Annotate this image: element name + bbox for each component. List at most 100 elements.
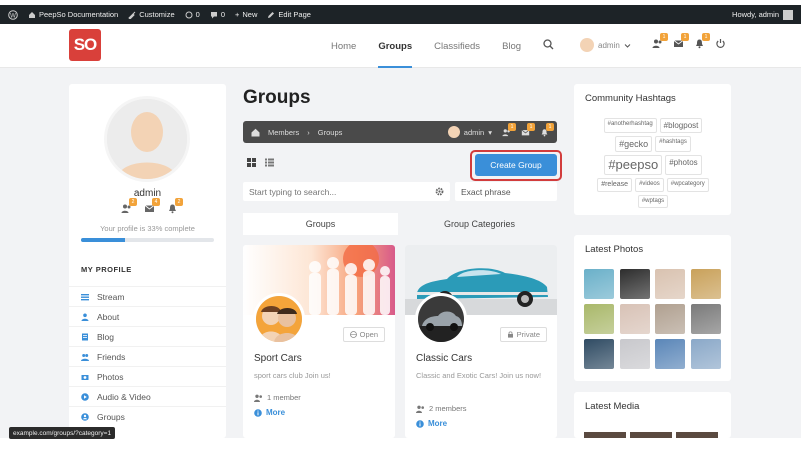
wordpress-logo-icon[interactable]: W xyxy=(8,9,18,20)
photo-thumbnail[interactable] xyxy=(619,269,650,299)
refresh-icon xyxy=(185,11,193,18)
group-more-link[interactable]: More xyxy=(416,419,447,428)
group-avatar xyxy=(415,293,467,345)
hashtag-link[interactable]: #videos xyxy=(635,178,664,192)
admin-bar-new[interactable]: + New xyxy=(235,10,257,19)
exact-phrase-select[interactable]: Exact phrase xyxy=(455,182,557,201)
admin-bar-comments[interactable]: 0 xyxy=(210,10,225,19)
photo-thumbnail[interactable] xyxy=(690,339,721,369)
gear-icon[interactable] xyxy=(435,187,444,196)
grid-view-icon[interactable] xyxy=(247,158,256,167)
hashtag-link[interactable]: #wpcategory xyxy=(666,178,709,192)
document-icon xyxy=(82,333,88,340)
photo-thumbnail[interactable] xyxy=(584,269,614,299)
notification-badge: 2 xyxy=(175,198,183,206)
friends-icon[interactable]: 1 xyxy=(502,122,516,137)
tab-group-categories[interactable]: Group Categories xyxy=(402,213,557,235)
photo-thumbnail[interactable] xyxy=(584,304,614,334)
message-icon[interactable]: 1 xyxy=(673,33,689,49)
profile-menu-friends[interactable]: Friends xyxy=(69,346,226,366)
group-more-link[interactable]: More xyxy=(254,408,285,417)
group-members: 1 member xyxy=(254,393,301,402)
breadcrumb-groups[interactable]: Groups xyxy=(318,128,343,137)
photo-thumbnail[interactable] xyxy=(655,304,686,334)
bell-icon[interactable]: 1 xyxy=(694,33,710,49)
group-card-sport-cars[interactable]: Open Sport Cars sport cars club Join us!… xyxy=(243,245,395,438)
list-view-icon[interactable] xyxy=(265,158,274,167)
admin-bar-updates[interactable]: 0 xyxy=(185,10,200,19)
profile-avatar[interactable] xyxy=(104,96,190,182)
bell-icon[interactable]: 2 xyxy=(167,198,183,214)
search-icon[interactable] xyxy=(543,39,554,52)
info-icon xyxy=(254,408,262,417)
profile-notifications: 2 4 2 xyxy=(121,198,183,214)
site-header: SO Home Groups Classifieds Blog admin 1 … xyxy=(0,24,801,68)
camera-icon xyxy=(81,374,89,380)
profile-menu-photos[interactable]: Photos xyxy=(69,366,226,386)
nav-classifieds[interactable]: Classifieds xyxy=(423,24,491,68)
site-logo[interactable]: SO xyxy=(69,29,101,61)
hashtag-link[interactable]: #release xyxy=(597,178,633,192)
user-menu[interactable]: admin xyxy=(580,38,631,52)
profile-menu-groups[interactable]: Groups xyxy=(69,406,226,426)
stream-icon xyxy=(81,293,89,300)
breadcrumb-members[interactable]: Members xyxy=(268,128,299,137)
profile-menu-blog[interactable]: Blog xyxy=(69,326,226,346)
admin-bar-customize[interactable]: Customize xyxy=(128,10,175,19)
admin-bar-account[interactable]: Howdy, admin xyxy=(732,9,793,20)
media-thumbnail[interactable] xyxy=(630,432,672,438)
group-card-classic-cars[interactable]: Private Classic Cars Classic and Exotic … xyxy=(405,245,557,438)
profile-name[interactable]: admin xyxy=(69,188,226,199)
admin-bar-edit-page[interactable]: Edit Page xyxy=(267,10,311,19)
photo-thumbnail[interactable] xyxy=(655,339,686,369)
group-search-input[interactable] xyxy=(249,186,435,197)
friends-icon[interactable]: 1 xyxy=(652,33,668,49)
bell-icon[interactable]: 1 xyxy=(540,122,554,137)
admin-bar-site-name[interactable]: PeepSo Documentation xyxy=(28,10,118,19)
toolbar-user[interactable]: admin ▾ xyxy=(447,126,492,138)
message-icon[interactable]: 4 xyxy=(144,198,160,214)
nav-groups[interactable]: Groups xyxy=(367,24,423,68)
nav-home[interactable]: Home xyxy=(320,24,367,68)
plus-icon: + xyxy=(235,10,240,19)
profile-menu-about[interactable]: About xyxy=(69,306,226,326)
hashtag-link[interactable]: #peepso xyxy=(604,155,663,175)
latest-media-widget: Latest Media xyxy=(574,392,731,438)
hashtag-link[interactable]: #anotherhashtag xyxy=(603,118,657,133)
message-icon[interactable]: 1 xyxy=(521,122,535,137)
home-icon[interactable] xyxy=(251,128,260,137)
hashtag-link[interactable]: #wptags xyxy=(637,195,669,208)
home-icon xyxy=(29,11,35,18)
members-icon xyxy=(254,394,262,402)
tab-groups[interactable]: Groups xyxy=(243,213,398,235)
hashtag-link[interactable]: #gecko xyxy=(615,136,653,152)
photo-thumbnail[interactable] xyxy=(655,269,686,299)
photo-thumbnail[interactable] xyxy=(690,304,721,334)
photo-thumbnail[interactable] xyxy=(619,304,650,334)
media-thumbnail[interactable] xyxy=(676,432,718,438)
create-group-button[interactable]: Create Group xyxy=(475,154,557,176)
photo-thumbnail[interactable] xyxy=(584,339,614,369)
photo-thumbnail[interactable] xyxy=(690,269,721,299)
hashtag-link[interactable]: #photos xyxy=(665,155,702,175)
media-strip xyxy=(584,432,718,438)
group-name[interactable]: Sport Cars xyxy=(254,353,302,364)
notification-badge: 2 xyxy=(129,198,137,206)
globe-icon xyxy=(349,331,357,338)
friends-icon xyxy=(81,353,89,361)
widget-title: Community Hashtags xyxy=(585,93,676,104)
hashtag-link[interactable]: #hashtags xyxy=(655,136,691,152)
power-icon[interactable] xyxy=(715,38,726,49)
media-thumbnail[interactable] xyxy=(584,432,626,438)
members-icon xyxy=(416,405,424,413)
hashtag-link[interactable]: #blogpost xyxy=(659,118,703,133)
nav-blog[interactable]: Blog xyxy=(491,24,532,68)
page-title: Groups xyxy=(243,87,311,108)
photo-thumbnail[interactable] xyxy=(619,339,650,369)
profile-menu-stream[interactable]: Stream xyxy=(69,286,226,306)
profile-complete-text: Your profile is 33% complete xyxy=(100,224,195,233)
group-name[interactable]: Classic Cars xyxy=(416,353,472,364)
my-profile-heading: MY PROFILE xyxy=(81,265,132,274)
friends-icon[interactable]: 2 xyxy=(121,198,137,214)
profile-menu-audio-video[interactable]: Audio & Video xyxy=(69,386,226,406)
